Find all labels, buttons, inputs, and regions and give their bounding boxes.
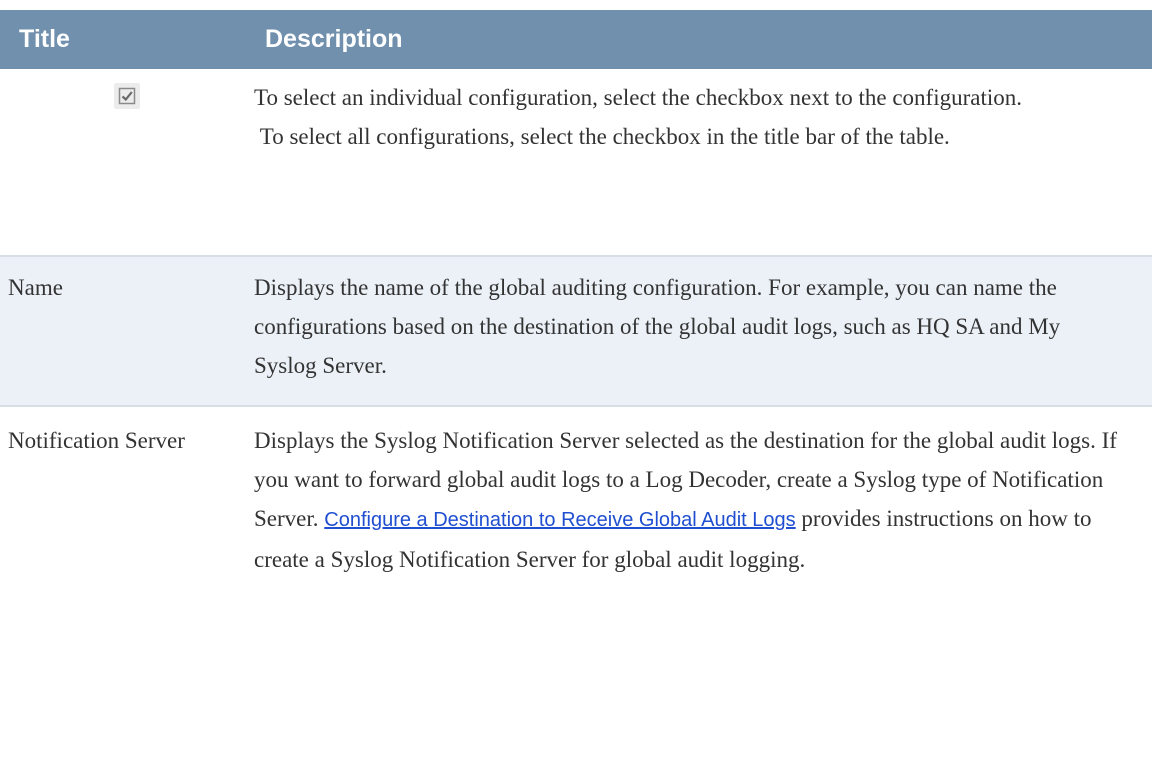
row-title-cell: Notification Server xyxy=(0,405,254,619)
row-description-cell: Displays the name of the global auditing… xyxy=(254,255,1152,406)
header-row: Title Description xyxy=(0,10,1152,69)
row-description-cell: To select an individual configuration, s… xyxy=(254,69,1152,256)
checkbox-checked-icon xyxy=(114,83,140,109)
description-table: Title Description To select an individua… xyxy=(0,10,1152,619)
description-paragraph: To select all configurations, select the… xyxy=(254,124,950,149)
row-title-cell xyxy=(0,69,254,256)
header-title: Title xyxy=(0,10,254,69)
row-description-cell: Displays the Syslog Notification Server … xyxy=(254,405,1152,619)
table-header: Title Description xyxy=(0,10,1152,69)
configure-destination-link[interactable]: Configure a Destination to Receive Globa… xyxy=(324,509,795,531)
description-paragraph: To select an individual configuration, s… xyxy=(254,85,1023,110)
table-row: To select an individual configuration, s… xyxy=(0,69,1152,256)
header-description: Description xyxy=(254,10,1152,69)
table-row: Name Displays the name of the global aud… xyxy=(0,255,1152,406)
row-title-cell: Name xyxy=(0,255,254,406)
table-body: To select an individual configuration, s… xyxy=(0,69,1152,619)
table-row: Notification Server Displays the Syslog … xyxy=(0,405,1152,619)
